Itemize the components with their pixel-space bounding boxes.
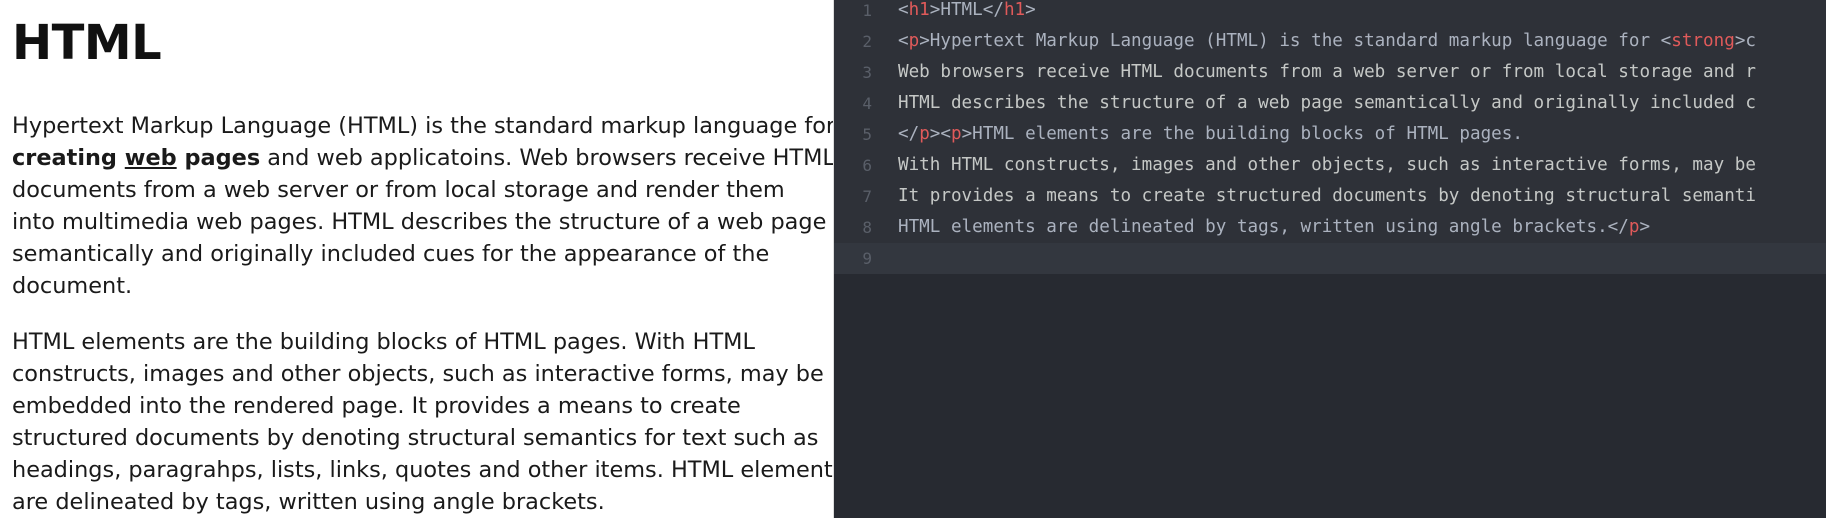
code-tag: h1: [1003, 0, 1026, 20]
code-tag: strong: [1671, 31, 1735, 51]
preview-line: are delineated by tags, written using an…: [12, 489, 605, 515]
code-line-5[interactable]: 5 </p><p>HTML elements are the building …: [834, 119, 1826, 150]
code-line-9-active[interactable]: 9: [834, 243, 1826, 274]
line-number: 7: [862, 187, 872, 206]
strong-text-part: pages: [176, 145, 261, 171]
line-number: 1: [862, 1, 872, 20]
preview-line: documents from a web server or from loca…: [12, 177, 785, 203]
preview-line: constructs, images and other objects, su…: [12, 361, 824, 387]
code-tag: p: [908, 31, 920, 51]
code-punctuation: </: [898, 124, 920, 144]
code-punctuation: HTML elements are delineated by tags, wr…: [898, 217, 1629, 237]
code-text[interactable]: </p><p>HTML elements are the building bl…: [898, 119, 1523, 150]
code-line-2[interactable]: 2 <p>Hypertext Markup Language (HTML) is…: [834, 26, 1826, 57]
code-line-4[interactable]: 4 HTML describes the structure of a web …: [834, 88, 1826, 119]
preview-heading: HTML: [12, 15, 162, 71]
preview-text: and web applicatoins. Web browsers recei…: [260, 145, 833, 171]
html-preview-pane: HTML Hypertext Markup Language (HTML) is…: [0, 0, 833, 518]
preview-line: document.: [12, 273, 133, 299]
code-punctuation: >: [1639, 217, 1651, 237]
preview-line: into multimedia web pages. HTML describe…: [12, 209, 827, 235]
code-text[interactable]: With HTML constructs, images and other o…: [898, 150, 1756, 181]
code-punctuation: >HTML</: [929, 0, 1004, 20]
line-number: 2: [862, 32, 872, 51]
preview-line: Hypertext Markup Language (HTML) is the …: [12, 113, 833, 139]
preview-line: semantically and originally included cue…: [12, 241, 770, 267]
preview-paragraph-1: Hypertext Markup Language (HTML) is the …: [12, 110, 833, 302]
code-tag: p: [919, 124, 930, 144]
code-line-8[interactable]: 8 HTML elements are delineated by tags, …: [834, 212, 1826, 243]
code-text[interactable]: HTML elements are delineated by tags, wr…: [898, 212, 1650, 243]
preview-line: embedded into the rendered page. It prov…: [12, 393, 741, 419]
strong-text-part: creating: [12, 145, 125, 171]
code-line-3[interactable]: 3 Web browsers receive HTML documents fr…: [834, 57, 1826, 88]
code-punctuation: ><: [929, 124, 951, 144]
line-number: 3: [862, 63, 872, 82]
code-text[interactable]: <h1>HTML</h1>: [898, 0, 1036, 26]
code-punctuation: >: [1025, 0, 1036, 20]
underlined-text: web: [124, 145, 177, 171]
code-text[interactable]: It provides a means to create structured…: [898, 181, 1756, 212]
code-text[interactable]: HTML describes the structure of a web pa…: [898, 88, 1756, 119]
line-number: 5: [862, 125, 872, 144]
preview-line: headings, paragrahps, lists, links, quot…: [12, 457, 833, 483]
code-punctuation: >Hypertext Markup Language (HTML) is the…: [919, 31, 1672, 51]
preview-line: creating web pages and web applicatoins.…: [12, 142, 833, 174]
line-number: 9: [862, 249, 872, 268]
strong-text: creating web pages: [12, 145, 260, 171]
code-tag: h1: [908, 0, 930, 20]
code-line-1[interactable]: 1 <h1>HTML</h1>: [834, 0, 1826, 26]
preview-line: structured documents by denoting structu…: [12, 425, 819, 451]
code-editor[interactable]: 1 <h1>HTML</h1> 2 <p>Hypertext Markup La…: [834, 0, 1826, 518]
code-text[interactable]: Web browsers receive HTML documents from…: [898, 57, 1756, 88]
code-tag: p: [1628, 217, 1640, 237]
code-text[interactable]: <p>Hypertext Markup Language (HTML) is t…: [898, 26, 1756, 57]
code-tag: p: [950, 124, 962, 144]
code-punctuation: <: [898, 0, 909, 20]
code-line-6[interactable]: 6 With HTML constructs, images and other…: [834, 150, 1826, 181]
line-number: 6: [862, 156, 872, 175]
preview-paragraph-2: HTML elements are the building blocks of…: [12, 326, 833, 518]
preview-line: HTML elements are the building blocks of…: [12, 329, 755, 355]
code-line-7[interactable]: 7 It provides a means to create structur…: [834, 181, 1826, 212]
line-number: 8: [862, 218, 872, 237]
code-punctuation: >HTML elements are the building blocks o…: [961, 124, 1523, 144]
code-punctuation: >c: [1734, 31, 1756, 51]
line-number: 4: [862, 94, 872, 113]
code-punctuation: <: [898, 31, 909, 51]
